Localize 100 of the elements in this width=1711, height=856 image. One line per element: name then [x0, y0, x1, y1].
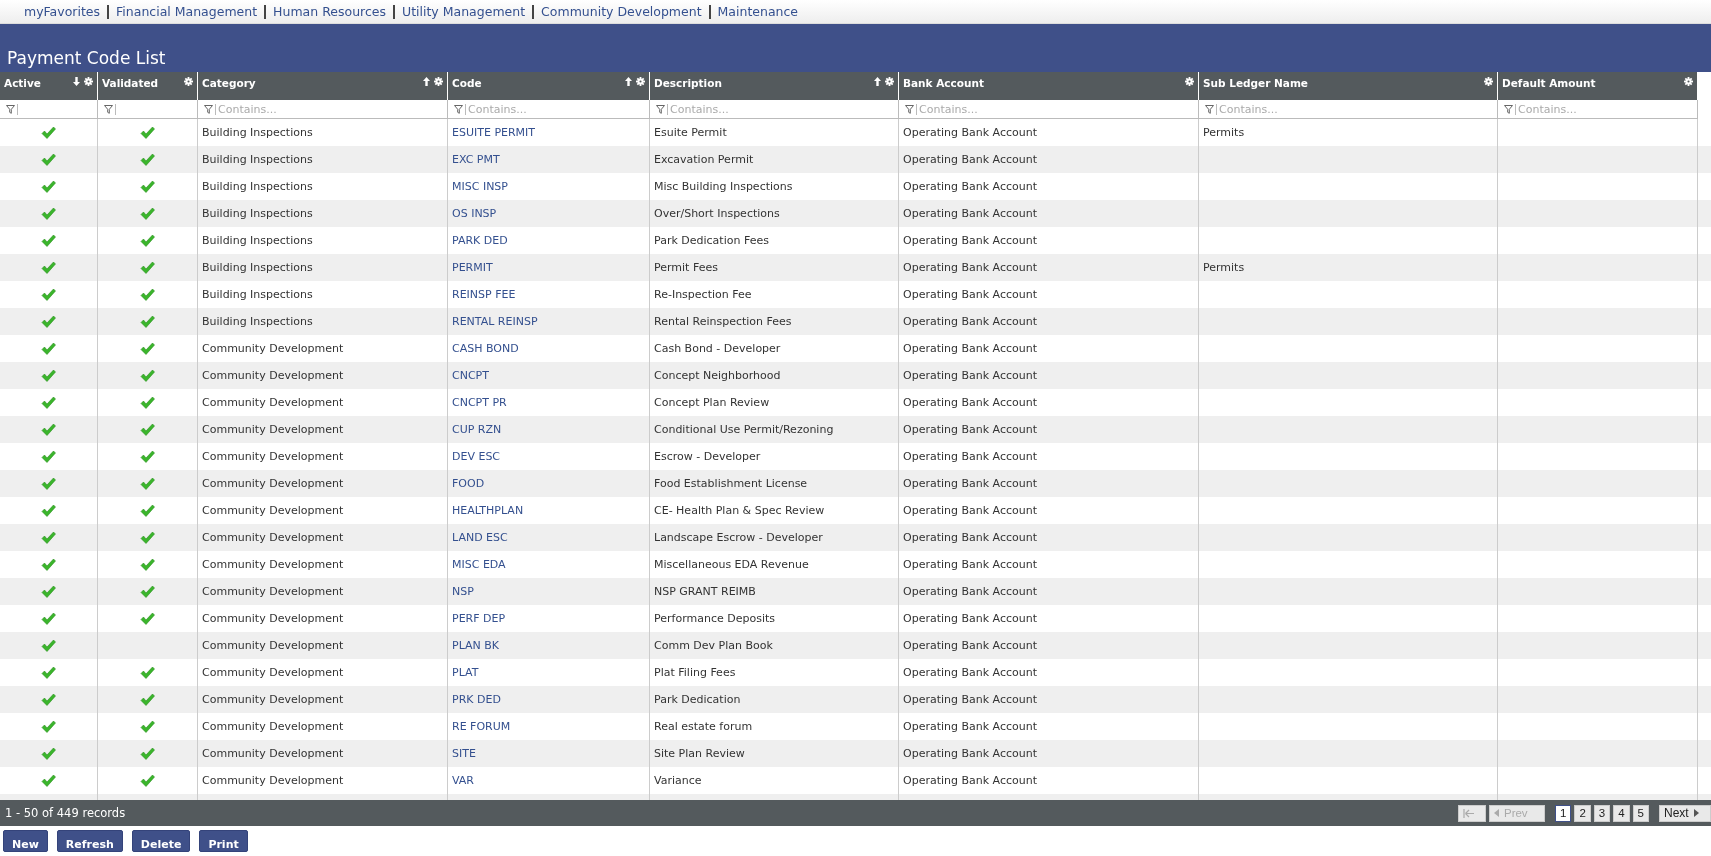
code-link[interactable]: CNCPT PR [452, 396, 507, 409]
page-number-button[interactable]: 1 [1554, 804, 1572, 822]
code-link[interactable]: FOOD [452, 477, 485, 490]
column-header-label: Description [654, 77, 723, 89]
checkmark-icon [140, 449, 155, 464]
code-link[interactable]: PERF DEP [452, 612, 506, 625]
settings-icon[interactable] [1484, 77, 1493, 86]
column-header[interactable]: Description [650, 72, 899, 100]
code-link[interactable]: ESUITE PERMIT [452, 126, 536, 139]
table-cell: Operating Bank Account [903, 720, 1038, 733]
code-link[interactable]: NSP [452, 585, 474, 598]
code-link[interactable]: RE FORUM [452, 720, 511, 733]
column-header[interactable]: Default Amount [1498, 72, 1698, 100]
checkmark-icon [140, 179, 155, 194]
filter-icon[interactable] [1504, 104, 1513, 114]
code-link[interactable]: DEV ESC [452, 450, 501, 463]
checkmark-icon [41, 152, 56, 167]
arrow-up-icon[interactable] [625, 77, 632, 86]
action-button[interactable]: Print [199, 830, 248, 852]
nav-link[interactable]: Human Resources [273, 4, 386, 19]
table-cell: Operating Bank Account [903, 531, 1038, 544]
settings-icon[interactable] [885, 77, 894, 86]
checkmark-icon [41, 449, 56, 464]
nav-link[interactable]: Community Development [541, 4, 702, 19]
column-header-label: Default Amount [1502, 77, 1597, 89]
filter-icon[interactable] [454, 104, 463, 114]
checkmark-icon [140, 665, 155, 680]
checkmark-icon [41, 692, 56, 707]
code-link[interactable]: PLAN BK [452, 639, 500, 652]
nav-link[interactable]: myFavorites [24, 4, 101, 19]
settings-icon[interactable] [434, 77, 443, 86]
filter-icon[interactable] [656, 104, 665, 114]
table-cell: Operating Bank Account [903, 288, 1038, 301]
arrow-up-icon[interactable] [423, 77, 430, 86]
column-header[interactable]: Active [0, 72, 98, 100]
table-cell: Operating Bank Account [903, 342, 1038, 355]
page-number-button[interactable]: 5 [1632, 804, 1649, 822]
checkmark-icon [140, 530, 155, 545]
table-cell: Building Inspections [202, 126, 313, 139]
table-cell: Real estate forum [654, 720, 753, 733]
code-link[interactable]: OS INSP [452, 207, 497, 220]
page-number-button[interactable]: 3 [1593, 804, 1611, 822]
checkmark-icon [140, 341, 155, 356]
table-cell: Performance Deposits [654, 612, 775, 625]
code-link[interactable]: CUP RZN [452, 423, 502, 436]
filter-icon[interactable] [905, 104, 914, 114]
checkmark-icon [41, 341, 56, 356]
column-header[interactable]: Sub Ledger Name [1199, 72, 1498, 100]
next-page-button[interactable]: Next [1659, 804, 1711, 822]
settings-icon[interactable] [636, 77, 645, 86]
action-button[interactable]: New [3, 830, 48, 852]
nav-link[interactable]: Utility Management [402, 4, 526, 19]
table-cell: Esuite Permit [654, 126, 727, 139]
code-link[interactable]: CNCPT [452, 369, 489, 382]
caret-right-icon [1693, 809, 1699, 817]
column-header[interactable]: Code [448, 72, 650, 100]
arrow-up-icon[interactable] [874, 77, 881, 86]
page-number-button[interactable]: 2 [1574, 804, 1591, 822]
code-link[interactable]: PRK DED [452, 693, 501, 706]
column-header[interactable]: Bank Account [899, 72, 1199, 100]
code-link[interactable]: LAND ESC [452, 531, 508, 544]
settings-icon[interactable] [1185, 77, 1194, 86]
table-cell: Community Development [202, 747, 344, 760]
filter-icon[interactable] [104, 104, 113, 114]
table-cell: Building Inspections [202, 315, 313, 328]
action-button[interactable]: Refresh [56, 830, 123, 852]
code-link[interactable]: VAR [452, 774, 474, 787]
filter-icon[interactable] [1205, 104, 1214, 114]
checkmark-icon [140, 260, 155, 275]
table-cell: Permit Fees [654, 261, 718, 274]
arrow-down-icon[interactable] [73, 77, 80, 86]
nav-link[interactable]: Financial Management [116, 4, 258, 19]
code-link[interactable]: PARK DED [452, 234, 508, 247]
checkmark-icon [41, 476, 56, 491]
code-link[interactable]: MISC INSP [452, 180, 508, 193]
code-link[interactable]: EXC PMT [452, 153, 500, 166]
code-link[interactable]: PLAT [452, 666, 479, 679]
filter-icon[interactable] [204, 104, 213, 114]
table-cell: Community Development [202, 585, 344, 598]
action-button[interactable]: Delete [131, 830, 191, 852]
code-link[interactable]: CASH BOND [452, 342, 519, 355]
code-link[interactable]: HEALTHPLAN [452, 504, 524, 517]
table-cell: Community Development [202, 612, 344, 625]
table-cell: Community Development [202, 369, 344, 382]
page-number-button[interactable]: 4 [1613, 804, 1630, 822]
settings-icon[interactable] [1684, 77, 1693, 86]
code-link[interactable]: PERMIT [452, 261, 493, 274]
nav-link[interactable]: Maintenance [717, 4, 799, 19]
code-link[interactable]: REINSP FEE [452, 288, 516, 301]
settings-icon[interactable] [184, 77, 193, 86]
table-cell: Variance [654, 774, 702, 787]
code-link[interactable]: SITE [452, 747, 476, 760]
settings-icon[interactable] [84, 77, 93, 86]
column-header[interactable]: Category [198, 72, 448, 100]
checkmark-icon [41, 503, 56, 518]
filter-icon[interactable] [6, 104, 15, 114]
code-link[interactable]: MISC EDA [452, 558, 506, 571]
code-link[interactable]: RENTAL REINSP [452, 315, 538, 328]
table-cell: Park Dedication [654, 693, 741, 706]
column-header[interactable]: Validated [98, 72, 198, 100]
